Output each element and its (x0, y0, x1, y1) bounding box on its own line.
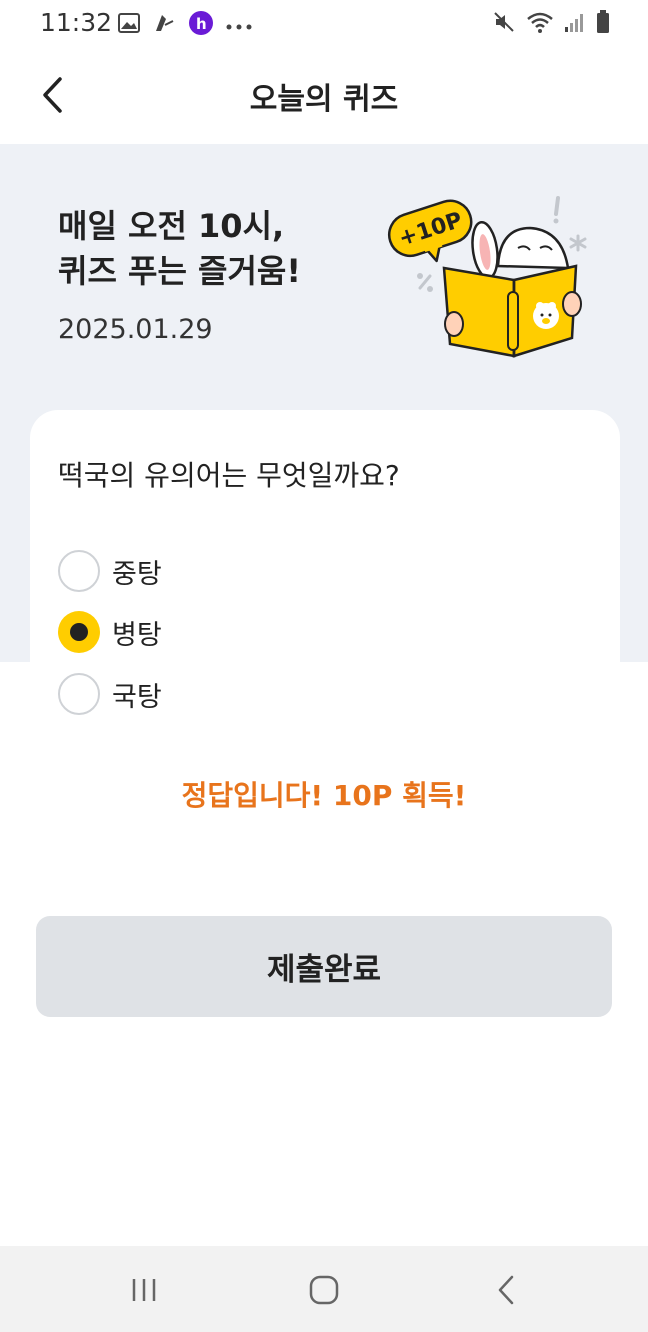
app-header: 오늘의 퀴즈 (0, 46, 648, 144)
quiz-option-1[interactable]: 중탕 (58, 550, 162, 592)
radio-button[interactable] (58, 550, 100, 592)
result-message: 정답입니다! 10P 획득! (181, 779, 467, 812)
banner-title: 매일 오전 10시, 퀴즈 푸는 즐거움! (58, 204, 301, 294)
back-icon (498, 1275, 514, 1305)
more-dots-icon (226, 16, 252, 35)
system-nav-bar (0, 1246, 648, 1332)
gallery-icon (118, 13, 140, 37)
quiz-option-2[interactable]: 병탕 (58, 611, 162, 653)
battery-icon (596, 10, 610, 38)
rabbit-reading-book-illustration: +10P (387, 196, 587, 358)
recent-apps-button[interactable] (114, 1268, 174, 1312)
radio-selected-dot (70, 623, 88, 641)
svg-text:h: h (196, 15, 207, 33)
option-label: 병탕 (112, 619, 162, 651)
h-app-icon: h (188, 10, 214, 40)
home-icon (309, 1275, 339, 1305)
quiz-date: 2025.01.29 (58, 314, 213, 345)
quiz-question: 떡국의 유의어는 무엇일까요? (58, 459, 400, 492)
banner-title-line2: 퀴즈 푸는 즐거움! (58, 252, 301, 290)
status-icons-right (492, 10, 610, 38)
option-label: 중탕 (112, 558, 162, 590)
radio-button-selected[interactable] (58, 611, 100, 653)
signal-icon (564, 11, 586, 37)
banner-title-line1: 매일 오전 10시, (58, 207, 285, 245)
status-icons-left: h (118, 10, 252, 40)
submit-complete-button[interactable]: 제출완료 (36, 916, 612, 1017)
option-label: 국탕 (112, 681, 162, 713)
status-bar: 11:32 h (0, 0, 648, 46)
page-title: 오늘의 퀴즈 (249, 82, 399, 117)
quiz-card: 떡국의 유의어는 무엇일까요? 중탕 병탕 국탕 (30, 410, 620, 1332)
recent-apps-icon (132, 1279, 156, 1301)
home-button[interactable] (294, 1268, 354, 1312)
status-time: 11:32 (40, 8, 113, 37)
sign-icon (152, 11, 176, 39)
quiz-option-3[interactable]: 국탕 (58, 673, 162, 715)
radio-button[interactable] (58, 673, 100, 715)
nav-back-button[interactable] (476, 1268, 536, 1312)
wifi-icon (526, 10, 554, 38)
mute-icon (492, 10, 516, 38)
